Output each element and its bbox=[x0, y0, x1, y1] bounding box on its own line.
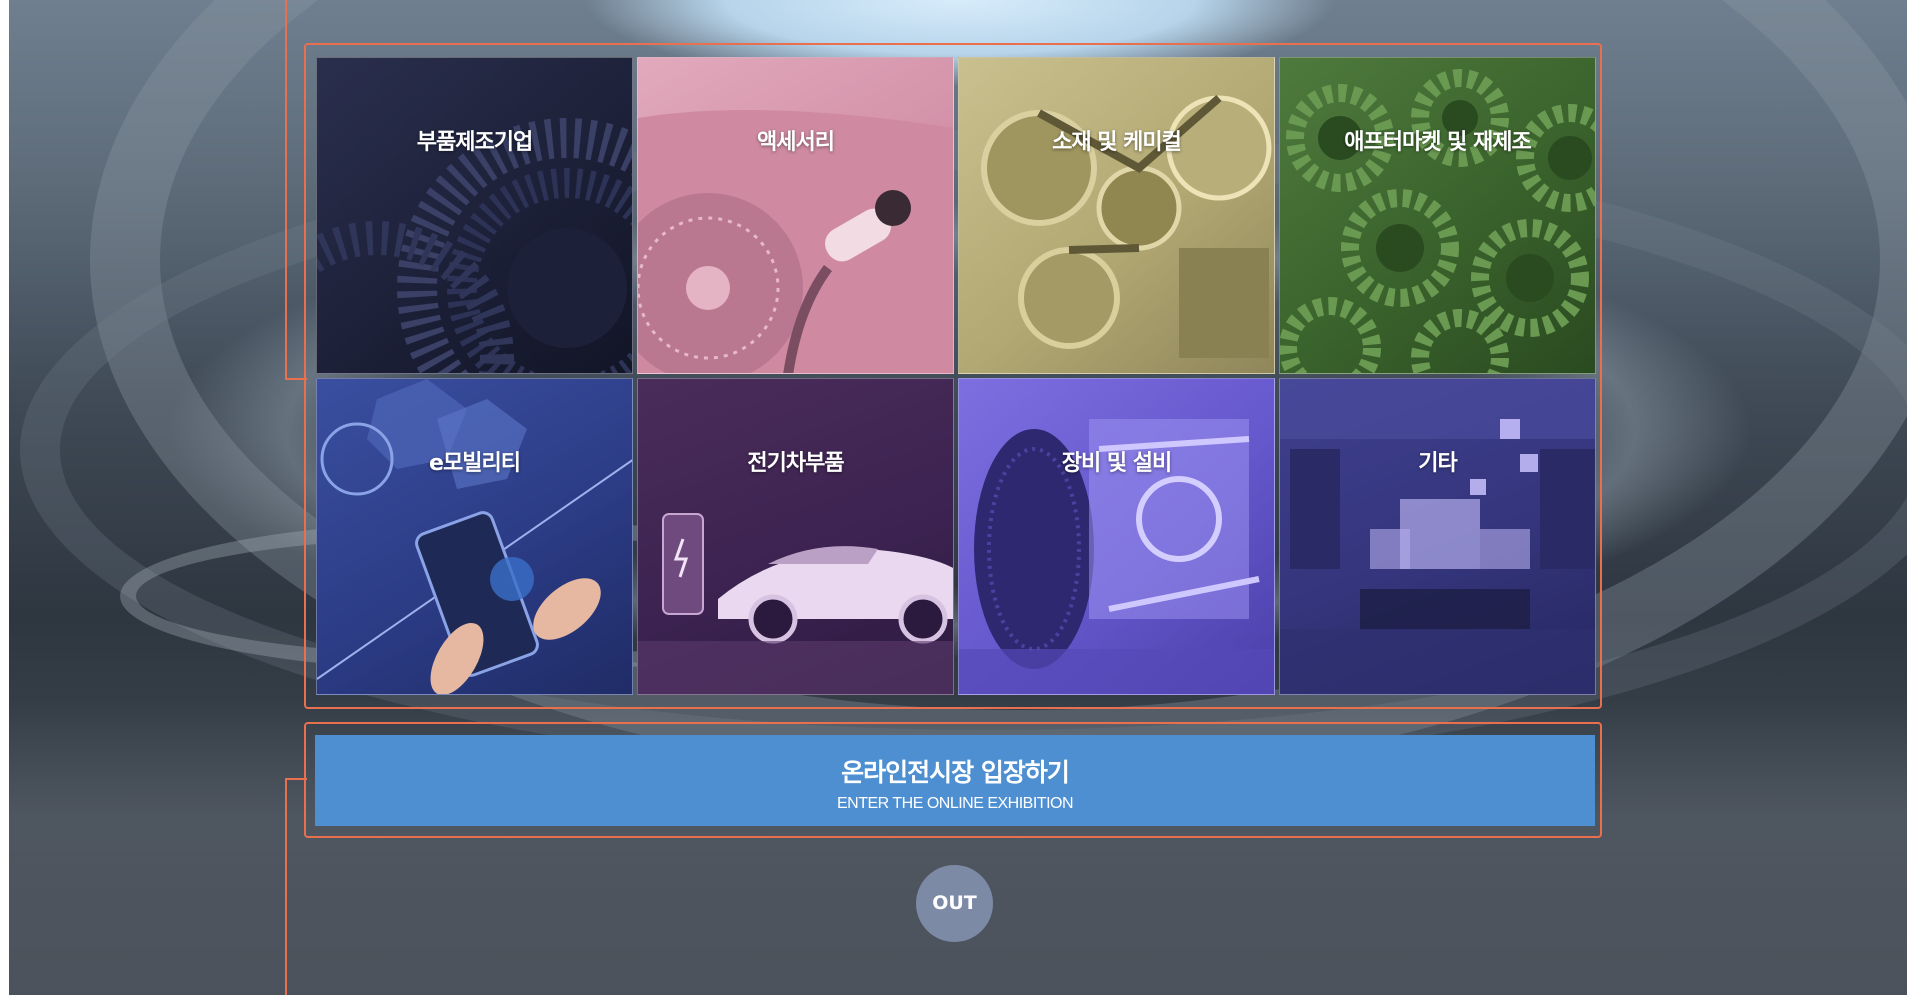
floating-cubes-image-icon bbox=[1280, 379, 1595, 694]
tire-suspension-image-icon bbox=[959, 419, 1274, 694]
enter-subtitle: ENTER THE ONLINE EXHIBITION bbox=[836, 795, 1074, 812]
gears-image-icon bbox=[317, 118, 632, 373]
category-label: 액세서리 bbox=[757, 130, 835, 155]
category-tile-materials-chemical[interactable]: 소재 및 케미컬 bbox=[958, 57, 1275, 374]
category-tile-accessories[interactable]: 액세서리 bbox=[637, 57, 954, 374]
exhibition-stage: 부품제조기업 액세서리 소재 및 케미컬 애프터마켓 및 재제조 e모빌리티 전… bbox=[0, 0, 1907, 995]
category-tile-aftermarket-remanufacturing[interactable]: 애프터마켓 및 재제조 bbox=[1279, 57, 1596, 374]
ev-charger-image-icon bbox=[638, 110, 953, 373]
category-tile-equipment-facilities[interactable]: 장비 및 설비 bbox=[958, 378, 1275, 695]
enter-exhibition-button[interactable]: 온라인전시장 입장하기 ENTER THE ONLINE EXHIBITION bbox=[315, 735, 1595, 826]
category-label: 장비 및 설비 bbox=[1061, 451, 1173, 476]
category-label: 소재 및 케미컬 bbox=[1052, 130, 1182, 155]
out-button[interactable]: OUT bbox=[916, 865, 993, 942]
electric-car-image-icon bbox=[638, 513, 953, 694]
enter-title: 온라인전시장 입장하기 bbox=[841, 758, 1070, 787]
decor-line bbox=[285, 778, 287, 995]
category-label: e모빌리티 bbox=[429, 451, 521, 476]
category-tile-parts-manufacturer[interactable]: 부품제조기업 bbox=[316, 57, 633, 374]
page-edge bbox=[0, 0, 9, 995]
smartphone-dashboard-image-icon bbox=[317, 379, 632, 694]
category-tile-ev-parts[interactable]: 전기차부품 bbox=[637, 378, 954, 695]
category-label: 애프터마켓 및 재제조 bbox=[1344, 130, 1531, 155]
category-label: 기타 bbox=[1418, 451, 1457, 476]
green-gears-image-icon bbox=[1280, 69, 1595, 373]
category-tile-e-mobility[interactable]: e모빌리티 bbox=[316, 378, 633, 695]
decor-line bbox=[285, 0, 287, 380]
category-label: 전기차부품 bbox=[747, 451, 844, 476]
category-tile-others[interactable]: 기타 bbox=[1279, 378, 1596, 695]
category-grid: 부품제조기업 액세서리 소재 및 케미컬 애프터마켓 및 재제조 e모빌리티 전… bbox=[316, 57, 1596, 697]
category-label: 부품제조기업 bbox=[416, 130, 533, 155]
engine-image-icon bbox=[981, 94, 1272, 358]
